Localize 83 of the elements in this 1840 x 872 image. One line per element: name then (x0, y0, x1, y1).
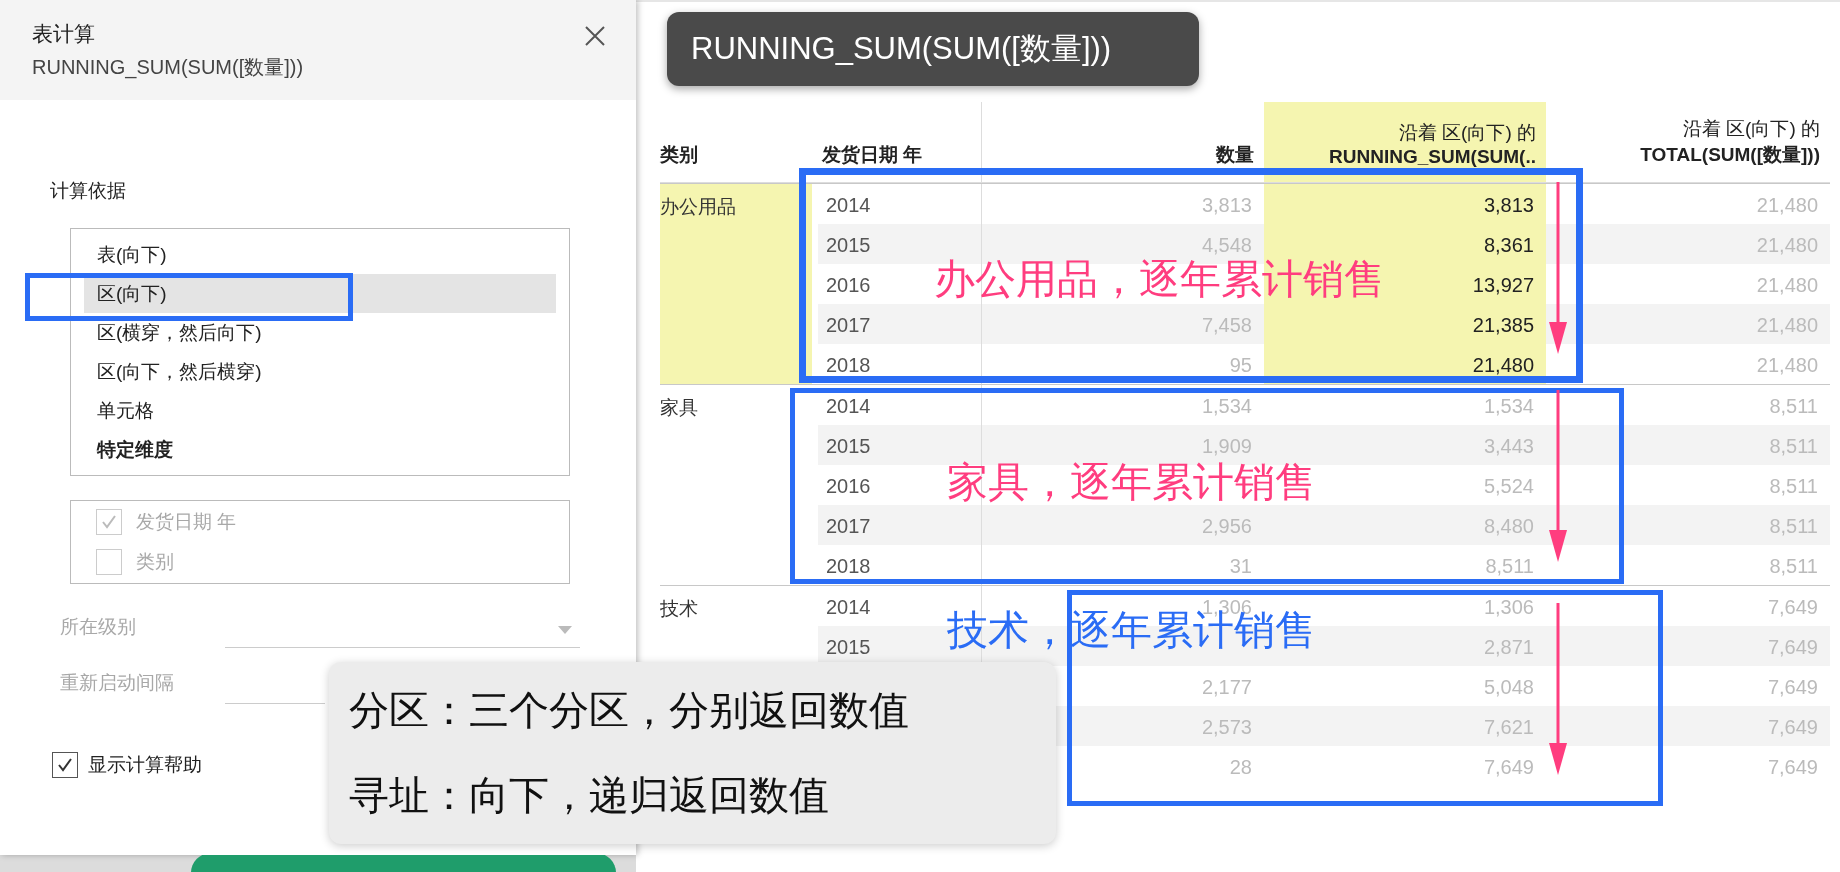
table-cell: 7,621 (1483, 716, 1534, 738)
table-cell: 2016 (826, 475, 871, 497)
table-cell: 2014 (826, 194, 871, 216)
table-cell: 95 (1229, 354, 1252, 376)
annotation-text: 家具，逐年累计销售 (947, 462, 1316, 503)
panel-title: 表计算 (32, 21, 96, 47)
table-cell: 3,813 (1483, 194, 1534, 216)
table-cell: 2,871 (1483, 636, 1534, 658)
column-header: 类别 (660, 143, 699, 167)
table-cell: 5,524 (1483, 475, 1534, 497)
category-cell-text: 家具 (660, 396, 699, 420)
section-label: 计算依据 (50, 179, 126, 203)
table-cell: 8,511 (1769, 435, 1818, 457)
field-label: 所在级别 (60, 615, 137, 639)
table-cell: 7,458 (1201, 314, 1252, 336)
table-cell: 2,956 (1201, 515, 1252, 537)
table-cell: 1,534 (1201, 395, 1252, 417)
table-cell: 2,573 (1201, 716, 1252, 738)
close-icon[interactable] (584, 25, 606, 47)
table-cell: 13,927 (1472, 274, 1534, 296)
list-option[interactable]: 表(向下) (84, 235, 556, 274)
table-cell: 8,480 (1483, 515, 1534, 537)
table-cell: 2017 (826, 515, 871, 537)
table-cell: 21,480 (1756, 274, 1818, 296)
column-header: 数量 (1215, 143, 1255, 167)
list-option[interactable]: 区(横穿，然后向下) (84, 313, 556, 352)
table-cell: 2018 (826, 354, 871, 376)
table-cell: 21,480 (1756, 314, 1818, 336)
table-cell: 8,511 (1769, 395, 1818, 417)
list-option[interactable]: 区(向下，然后横穿) (84, 352, 556, 391)
table-cell: 8,511 (1485, 555, 1534, 577)
table-cell: 7,649 (1483, 756, 1534, 778)
table-cell: 7,649 (1767, 596, 1818, 618)
table-cell: 2014 (826, 596, 871, 618)
table-cell: 2015 (826, 435, 871, 457)
table-cell: 2,177 (1201, 676, 1252, 698)
table-cell: 1,306 (1483, 596, 1534, 618)
table-cell: 7,649 (1767, 756, 1818, 778)
table-cell: 5,048 (1483, 676, 1534, 698)
checkbox-label: 类别 (136, 550, 174, 574)
table-cell: 4,548 (1201, 234, 1252, 256)
table-cell: 3,443 (1483, 435, 1534, 457)
caret-icon (558, 626, 572, 634)
table-cell: 8,361 (1483, 234, 1534, 256)
category-cell-text: 技术 (660, 597, 699, 621)
table-cell: 1,909 (1201, 435, 1252, 457)
tooltip: RUNNING_SUM(SUM([数量])) (667, 12, 1199, 86)
table-cell: 1,534 (1483, 395, 1534, 417)
table-cell: 8,511 (1769, 555, 1818, 577)
table-cell: 21,480 (1756, 354, 1818, 376)
list-option[interactable]: 单元格 (84, 391, 556, 430)
field-label: 重新启动间隔 (60, 671, 175, 695)
table-cell: 21,480 (1472, 354, 1534, 376)
table-cell: 2015 (826, 234, 871, 256)
table-cell: 28 (1229, 756, 1252, 778)
category-cell: 办公用品 (660, 184, 812, 384)
column-header: 发货日期 年 (812, 102, 982, 182)
table-cell: 7,649 (1767, 676, 1818, 698)
table-cell: 2015 (826, 636, 871, 658)
table-cell: 8,511 (1769, 515, 1818, 537)
note-text: 分区：三个分区，分别返回数值 (349, 687, 910, 734)
table-cell: 2018 (826, 555, 871, 577)
table-cell: 8,511 (1769, 475, 1818, 497)
table-cell: 7,649 (1767, 716, 1818, 738)
table-cell: 21,480 (1756, 194, 1818, 216)
table-cell: 21,480 (1756, 234, 1818, 256)
table-cell: 2016 (826, 274, 871, 296)
checkbox[interactable] (52, 752, 78, 778)
table-cell: 2014 (826, 395, 871, 417)
checkbox-label: 发货日期 年 (136, 510, 237, 534)
list-option[interactable]: 区(向下) (84, 274, 556, 313)
checkbox-label: 显示计算帮助 (88, 753, 202, 777)
formula-text: RUNNING_SUM(SUM([数量])) (32, 55, 304, 81)
list-option[interactable]: 特定维度 (84, 430, 556, 469)
note-text: 寻址：向下，递归返回数值 (349, 772, 830, 819)
table-cell: 31 (1229, 555, 1252, 577)
column-header: 沿着 区(向下) 的 TOTAL(SUM([数量])) (1639, 117, 1821, 167)
column-header: 沿着 区(向下) 的 RUNNING_SUM(SUM(.. (1264, 102, 1546, 182)
table-cell: 21,385 (1472, 314, 1534, 336)
annotation-text: 办公用品，逐年累计销售 (934, 259, 1385, 300)
table-cell: 7,649 (1767, 636, 1818, 658)
table-cell: 3,813 (1201, 194, 1252, 216)
table-cell: 2017 (826, 314, 871, 336)
